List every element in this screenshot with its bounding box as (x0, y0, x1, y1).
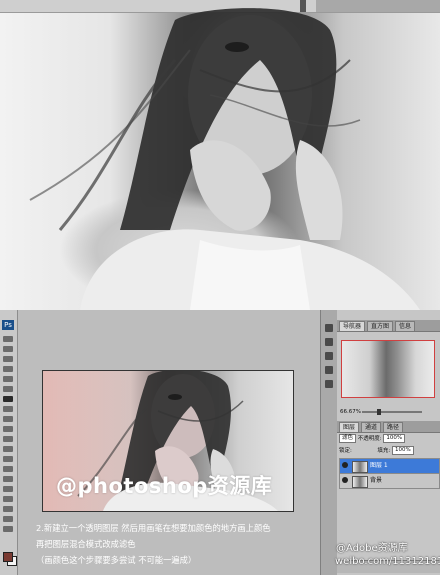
history-panel-icon[interactable] (325, 324, 333, 332)
navigator-zoom-value[interactable]: 66.67% (340, 409, 361, 415)
navigator-zoom-slider-handle[interactable] (377, 409, 381, 415)
fill-field[interactable]: 100% (391, 446, 414, 455)
tab-paths[interactable]: 路径 (383, 422, 404, 432)
fill-label: 填充: (377, 448, 391, 454)
layer-thumbnail (352, 461, 368, 473)
tab-histogram[interactable]: 直方图 (367, 321, 394, 331)
brushes-panel-icon[interactable] (325, 352, 333, 360)
eye-icon[interactable] (342, 462, 348, 468)
marquee-tool-icon[interactable] (3, 346, 13, 352)
photoshop-logo: Ps (2, 320, 14, 330)
blur-tool-icon[interactable] (3, 446, 13, 452)
type-tool-icon[interactable] (3, 476, 13, 482)
tab-info[interactable]: 信息 (395, 321, 416, 331)
tab-layers[interactable]: 图层 (339, 422, 360, 432)
eyedropper-tool-icon[interactable] (3, 386, 13, 392)
opacity-field[interactable]: 100% (383, 434, 406, 443)
tab-channels[interactable]: 通道 (361, 422, 382, 432)
notes-tool-icon[interactable] (3, 506, 13, 512)
gradient-tool-icon[interactable] (3, 436, 13, 442)
instruction-line-3: （画颜色这个步骤要多尝试 不可能一遍成） (36, 555, 197, 565)
lasso-tool-icon[interactable] (3, 356, 13, 362)
character-panel-icon[interactable] (325, 380, 333, 388)
clone-stamp-tool-icon[interactable] (3, 406, 13, 412)
magic-wand-tool-icon[interactable] (3, 366, 13, 372)
tab-navigator[interactable]: 导航器 (339, 321, 366, 331)
clone-source-panel-icon[interactable] (325, 366, 333, 374)
instruction-line-2: 再把图层混合模式改成滤色 (36, 539, 136, 549)
hand-tool-icon[interactable] (3, 516, 13, 522)
history-brush-tool-icon[interactable] (3, 416, 13, 422)
instruction-line-1: 2.新建立一个透明图层 然后用画笔在想要加颜色的地方画上颜色 (36, 523, 271, 533)
watermark-text: @photoshop资源库 (56, 474, 273, 498)
navigator-preview[interactable] (341, 340, 435, 398)
right-panels: 导航器 直方图 信息 66.67% 图层 通道 路径 滤色 不透明度: 100%… (337, 310, 440, 575)
pen-tool-icon[interactable] (3, 466, 13, 472)
blend-mode-select[interactable]: 滤色 (339, 434, 357, 443)
blend-opacity-row: 滤色 不透明度: 100% (339, 434, 406, 444)
photoshop-window: Ps @photoshop资源库 2.新建立一个透明图层 然后用画笔在想要加颜色… (0, 310, 440, 575)
collapsed-panel-icons (320, 310, 338, 575)
layer-name: 图层 1 (370, 462, 388, 469)
lock-fill-row: 锁定: 填充: 100% (339, 446, 414, 456)
zoom-tool-icon[interactable] (3, 526, 13, 532)
navigator-zoom-slider[interactable] (362, 411, 422, 413)
layer-row-background[interactable]: 背景 (339, 473, 440, 489)
canvas-area: @photoshop资源库 2.新建立一个透明图层 然后用画笔在想要加颜色的地方… (18, 310, 320, 575)
weibo-credit-url: weibo.com/1131218197 (335, 556, 440, 567)
portrait-illustration (29, 8, 420, 310)
move-tool-icon[interactable] (3, 336, 13, 342)
opacity-label: 不透明度: (357, 436, 382, 442)
crop-tool-icon[interactable] (3, 376, 13, 382)
eraser-tool-icon[interactable] (3, 426, 13, 432)
path-selection-tool-icon[interactable] (3, 486, 13, 492)
navigator-panel-tabs: 导航器 直方图 信息 (337, 320, 440, 332)
portrait-photo-bw (0, 0, 440, 310)
actions-panel-icon[interactable] (325, 338, 333, 346)
eye-icon[interactable] (342, 477, 348, 483)
lock-label: 锁定: (339, 448, 352, 454)
layer-name: 背景 (370, 477, 383, 484)
foreground-color-swatch[interactable] (3, 552, 13, 562)
shape-tool-icon[interactable] (3, 496, 13, 502)
tools-panel: Ps (0, 310, 18, 575)
layer-row-layer-1[interactable]: 图层 1 (339, 458, 440, 474)
dodge-tool-icon[interactable] (3, 456, 13, 462)
layer-thumbnail (352, 476, 368, 488)
brush-tool-icon[interactable] (3, 396, 13, 402)
weibo-credit-name: @Adobe资源库 (336, 543, 408, 554)
layers-panel-tabs: 图层 通道 路径 (337, 421, 440, 433)
